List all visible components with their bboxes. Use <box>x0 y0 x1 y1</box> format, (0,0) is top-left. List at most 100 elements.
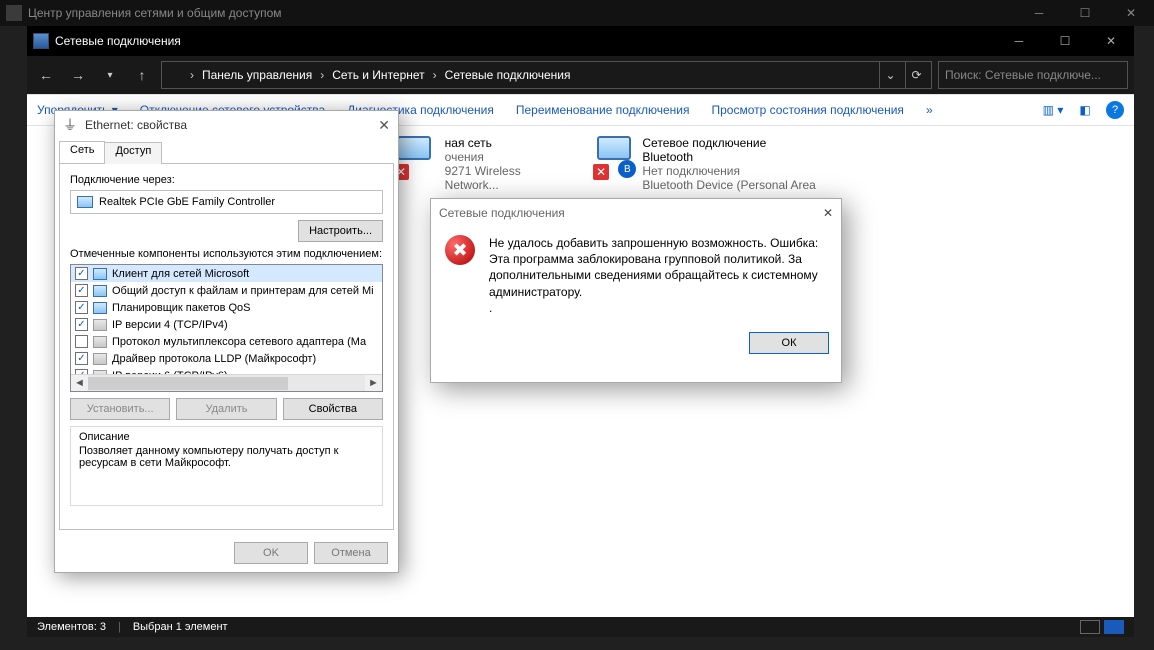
outer-minimize-button[interactable]: ─ <box>1016 0 1062 26</box>
props-title-text: Ethernet: свойства <box>85 118 187 132</box>
explorer-minimize-button[interactable]: ─ <box>996 26 1042 56</box>
address-dropdown-button[interactable]: ⌄ <box>879 62 901 88</box>
component-label: Драйвер протокола LLDP (Майкрософт) <box>112 353 316 365</box>
nic-icon <box>77 196 93 208</box>
error-ok-button[interactable]: ОК <box>749 332 829 354</box>
component-icon <box>93 285 107 297</box>
component-icon <box>93 353 107 365</box>
checkbox[interactable]: ✓ <box>75 301 88 314</box>
selected-count: Выбран 1 элемент <box>133 621 228 633</box>
outer-close-button[interactable]: ✕ <box>1108 0 1154 26</box>
error-dialog: Сетевые подключения ✕ ✖ Не удалось добав… <box>430 198 842 383</box>
connection-item-bluetooth[interactable]: B ✕ Сетевое подключение Bluetooth Нет по… <box>597 136 817 206</box>
toolbar-overflow-button[interactable]: » <box>926 103 933 117</box>
configure-button[interactable]: Настроить... <box>298 220 383 242</box>
wifi-adapter-icon: ✕ <box>397 136 437 176</box>
checkbox[interactable]: ✓ <box>75 352 88 365</box>
network-connections-icon <box>33 33 49 49</box>
view-tiles-button[interactable] <box>1104 620 1124 634</box>
error-close-button[interactable]: ✕ <box>823 206 833 220</box>
help-button[interactable]: ? <box>1106 101 1124 119</box>
bt-name: Сетевое подключение Bluetooth <box>642 136 817 164</box>
horizontal-scrollbar[interactable]: ◄ ► <box>71 374 382 391</box>
rename-button[interactable]: Переименование подключения <box>516 103 690 117</box>
view-details-button[interactable] <box>1080 620 1100 634</box>
status-bar: Элементов: 3 | Выбран 1 элемент <box>27 617 1134 637</box>
props-close-button[interactable]: ✕ <box>378 117 390 134</box>
description-label: Описание <box>79 431 374 443</box>
component-row[interactable]: ✓ IP версии 4 (TCP/IPv4) <box>71 316 382 333</box>
components-label: Отмеченные компоненты используются этим … <box>70 248 383 260</box>
up-button[interactable]: ↑ <box>129 62 155 88</box>
explorer-titlebar[interactable]: Сетевые подключения ─ ☐ ✕ <box>27 26 1134 56</box>
bluetooth-icon: B <box>618 160 636 178</box>
component-row[interactable]: ✓ Клиент для сетей Microsoft <box>71 265 382 282</box>
component-label: Клиент для сетей Microsoft <box>112 268 249 280</box>
tab-network[interactable]: Сеть <box>59 141 105 163</box>
search-input[interactable]: Поиск: Сетевые подключе... <box>938 61 1128 89</box>
view-options-button[interactable]: ▥ ▾ <box>1042 99 1064 121</box>
component-label: IP версии 4 (TCP/IPv4) <box>112 319 228 331</box>
component-row[interactable]: ✓ Драйвер протокола LLDP (Майкрософт) <box>71 350 382 367</box>
connection-item-wifi[interactable]: ✕ ная сеть очения 9271 Wireless Network.… <box>397 136 577 206</box>
uninstall-button[interactable]: Удалить <box>176 398 276 420</box>
checkbox[interactable]: ✓ <box>75 284 88 297</box>
error-icon: ✖ <box>445 235 475 265</box>
breadcrumb-a[interactable]: Панель управления <box>202 68 312 82</box>
error-message: Не удалось добавить запрошенную возможно… <box>489 235 827 316</box>
checkbox[interactable] <box>75 335 88 348</box>
component-icon <box>93 268 107 280</box>
adapter-field[interactable]: Realtek PCIe GbE Family Controller <box>70 190 383 214</box>
error-titlebar[interactable]: Сетевые подключения ✕ <box>431 199 841 227</box>
outer-titlebar: Центр управления сетями и общим доступом… <box>0 0 1154 26</box>
ethernet-properties-dialog: ⏚ Ethernet: свойства ✕ Сеть Доступ Подкл… <box>54 110 399 573</box>
properties-button[interactable]: Свойства <box>283 398 383 420</box>
tab-access[interactable]: Доступ <box>104 142 162 164</box>
preview-pane-button[interactable]: ◧ <box>1074 99 1096 121</box>
breadcrumb-sep-icon: › <box>316 68 328 82</box>
component-icon <box>93 302 107 314</box>
outer-app-icon <box>6 5 22 21</box>
breadcrumb-c[interactable]: Сетевые подключения <box>445 68 571 82</box>
explorer-maximize-button[interactable]: ☐ <box>1042 26 1088 56</box>
item-count: Элементов: 3 <box>37 621 106 633</box>
checkbox[interactable]: ✓ <box>75 267 88 280</box>
search-placeholder: Поиск: Сетевые подключе... <box>945 68 1101 82</box>
scroll-left-icon[interactable]: ◄ <box>71 375 88 391</box>
components-list[interactable]: ✓ Клиент для сетей Microsoft ✓ Общий доступ… <box>70 264 383 392</box>
view-status-button[interactable]: Просмотр состояния подключения <box>712 103 904 117</box>
scroll-thumb[interactable] <box>88 377 288 390</box>
breadcrumb-b[interactable]: Сеть и Интернет <box>332 68 424 82</box>
component-icon <box>93 319 107 331</box>
cancel-button[interactable]: Отмена <box>314 542 388 564</box>
component-row[interactable]: Протокол мультиплексора сетевого адаптер… <box>71 333 382 350</box>
ok-button[interactable]: OK <box>234 542 308 564</box>
forward-button[interactable]: → <box>65 62 91 88</box>
bluetooth-adapter-icon: B ✕ <box>597 136 634 176</box>
address-row: ← → ▾ ↑ › Панель управления › Сеть и Инт… <box>27 56 1134 94</box>
recent-button[interactable]: ▾ <box>97 62 123 88</box>
outer-title-text: Центр управления сетями и общим доступом <box>28 6 282 20</box>
explorer-close-button[interactable]: ✕ <box>1088 26 1134 56</box>
refresh-button[interactable]: ⟳ <box>905 62 927 88</box>
explorer-title-text: Сетевые подключения <box>55 34 181 48</box>
install-button[interactable]: Установить... <box>70 398 170 420</box>
props-titlebar[interactable]: ⏚ Ethernet: свойства ✕ <box>55 111 398 139</box>
back-button[interactable]: ← <box>33 62 59 88</box>
component-row[interactable]: ✓ Общий доступ к файлам и принтерам для с… <box>71 282 382 299</box>
adapter-name: Realtek PCIe GbE Family Controller <box>99 196 275 208</box>
connect-via-label: Подключение через: <box>70 174 383 186</box>
address-icon <box>166 67 182 83</box>
description-text: Позволяет данному компьютеру получать до… <box>79 445 374 469</box>
tab-panel-network: Подключение через: Realtek PCIe GbE Fami… <box>59 163 394 530</box>
address-bar[interactable]: › Панель управления › Сеть и Интернет › … <box>161 61 932 89</box>
adapter-icon: ⏚ <box>63 117 79 133</box>
scroll-right-icon[interactable]: ► <box>365 375 382 391</box>
checkbox[interactable]: ✓ <box>75 318 88 331</box>
outer-maximize-button[interactable]: ☐ <box>1062 0 1108 26</box>
error-title: Сетевые подключения <box>439 206 565 220</box>
component-label: Общий доступ к файлам и принтерам для се… <box>112 285 374 297</box>
component-label: Протокол мультиплексора сетевого адаптер… <box>112 336 366 348</box>
component-row[interactable]: ✓Планировщик пакетов QoS <box>71 299 382 316</box>
status-separator: | <box>112 621 127 633</box>
